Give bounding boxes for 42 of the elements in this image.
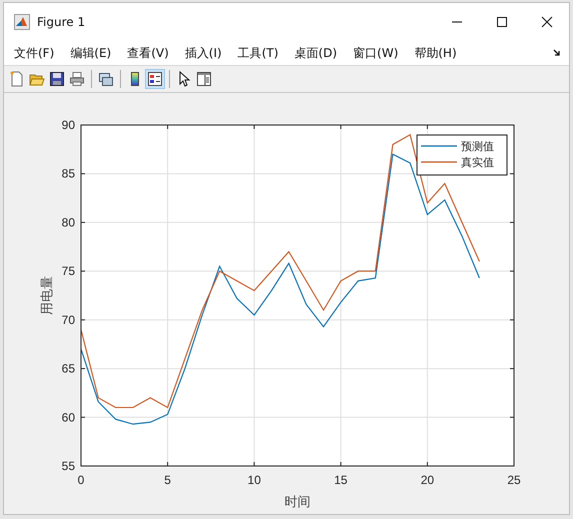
save-icon (49, 71, 65, 87)
legend-icon (147, 71, 163, 87)
legend-line (421, 145, 457, 147)
new-file-icon (9, 71, 25, 87)
menu-item[interactable]: 查看(V) (121, 44, 175, 62)
menu-item[interactable]: 工具(T) (232, 44, 284, 62)
menu-item[interactable]: 编辑(E) (64, 44, 118, 62)
tick-label: 60 (62, 410, 75, 424)
close-icon[interactable] (541, 16, 553, 28)
menu-item[interactable]: 文件(F) (8, 44, 60, 62)
tick-label: 70 (62, 312, 75, 327)
toolbar-button[interactable] (47, 69, 67, 89)
tick-label: 20 (420, 473, 434, 487)
legend-label: 真实值 (461, 156, 494, 169)
dock-arrow-icon[interactable] (553, 49, 561, 57)
axis-title: 用电量 (40, 276, 55, 315)
toolbar-button[interactable] (145, 69, 165, 89)
tick-label: 0 (78, 473, 84, 487)
menu-item[interactable]: 帮助(H) (408, 44, 463, 62)
menu-item[interactable]: 插入(I) (178, 44, 228, 62)
menu-item[interactable]: 桌面(D) (288, 44, 344, 62)
tick-label: 65 (62, 362, 75, 376)
tick-label: 90 (62, 118, 75, 132)
toolbar-button[interactable] (194, 69, 214, 89)
tick-label: 85 (62, 166, 75, 181)
legend-line (421, 161, 457, 163)
menu-item[interactable]: 窗口(W) (347, 44, 404, 62)
tick-label: 55 (62, 459, 75, 473)
axis-title: 时间 (284, 495, 310, 510)
panel-icon (196, 71, 212, 87)
maximize-icon[interactable] (496, 16, 508, 28)
tick-label: 15 (334, 473, 348, 487)
tick-label: 25 (507, 473, 521, 487)
logo-icon (14, 14, 30, 30)
printer-icon (69, 71, 85, 87)
tick-label: 80 (62, 215, 75, 230)
legend-label: 预测值 (461, 140, 494, 153)
window-title: Figure 1 (37, 15, 86, 29)
link-icon (98, 71, 114, 87)
tick-label: 10 (248, 473, 261, 487)
tick-label: 75 (62, 264, 75, 278)
tick-label: 5 (164, 473, 171, 487)
